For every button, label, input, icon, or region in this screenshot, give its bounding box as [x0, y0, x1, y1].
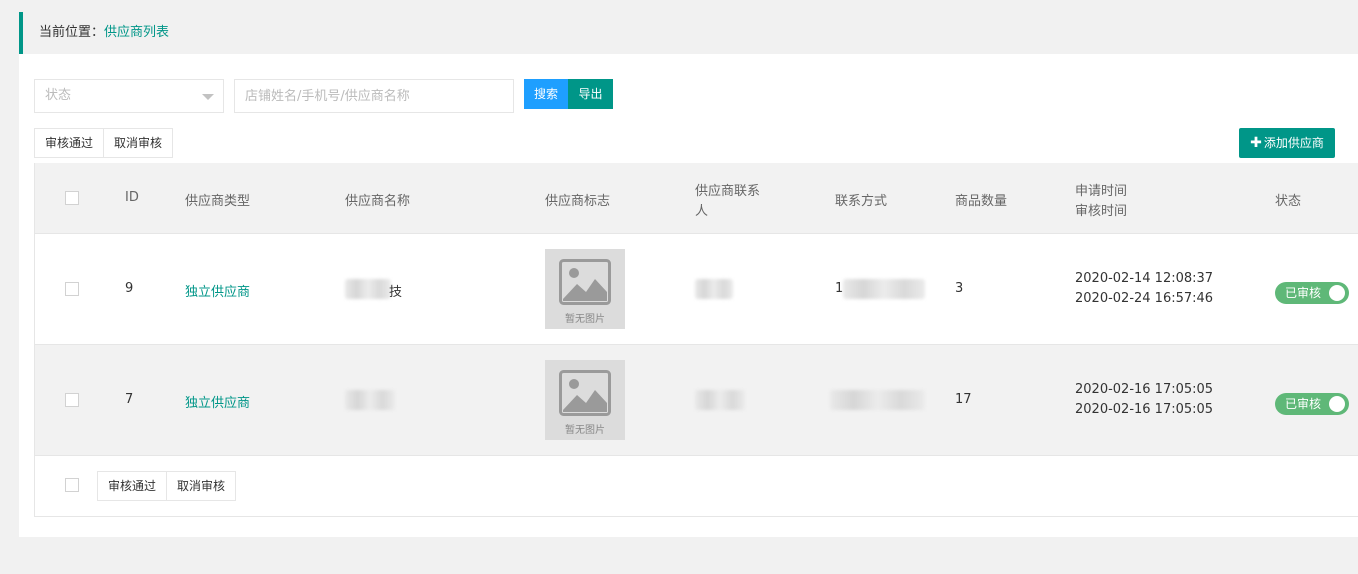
- content-panel: 状态 搜索 导出 审核通过 取消审核 ✚添加供应商 ID 供应商类型 供应商名称…: [19, 54, 1358, 537]
- bulk-actions-bottom: 审核通过 取消审核: [97, 471, 237, 501]
- row-name: 技: [389, 285, 403, 300]
- redacted-name: [345, 279, 391, 299]
- row-audit-time: 2020-02-24 16:57:46: [1075, 291, 1214, 306]
- status-toggle[interactable]: 已审核: [1275, 393, 1349, 415]
- image-placeholder-icon: [559, 370, 611, 416]
- header-status: 状态: [1275, 194, 1302, 209]
- header-time-line2: 审核时间: [1075, 204, 1128, 219]
- header-contact-line2: 人: [695, 204, 709, 219]
- table-row: 7 独立供应商 暂无图片 17 2020-02-16 17:05:05 2020…: [35, 344, 1358, 455]
- header-time-line1: 申请时间: [1075, 184, 1128, 199]
- export-button[interactable]: 导出: [568, 79, 613, 109]
- chevron-down-icon: [202, 94, 214, 100]
- row-id: 9: [125, 281, 134, 296]
- row-count: 17: [955, 392, 972, 407]
- select-all-checkbox[interactable]: [65, 191, 79, 205]
- image-placeholder-icon: [559, 259, 611, 305]
- select-all-checkbox-bottom[interactable]: [65, 478, 79, 492]
- add-supplier-label: 添加供应商: [1263, 136, 1324, 150]
- breadcrumb-current[interactable]: 供应商列表: [104, 25, 169, 40]
- plus-icon: ✚: [1250, 135, 1262, 151]
- table-row: 9 独立供应商 技 暂无图片 1 3 2020-02-14 12:08:37 2…: [35, 233, 1358, 344]
- logo-placeholder-text: 暂无图片: [565, 425, 605, 436]
- status-select-placeholder: 状态: [45, 88, 72, 103]
- redacted-contact: [695, 279, 733, 299]
- redacted-name: [345, 390, 395, 410]
- breadcrumb-prefix: 当前位置：: [39, 25, 105, 40]
- header-count: 商品数量: [955, 194, 1008, 209]
- row-apply-time: 2020-02-16 17:05:05: [1075, 382, 1214, 397]
- header-logo: 供应商标志: [545, 194, 611, 209]
- status-toggle-label: 已审核: [1285, 286, 1322, 300]
- toggle-knob: [1329, 285, 1345, 301]
- add-supplier-button[interactable]: ✚ 添加供应商: [1239, 128, 1335, 158]
- status-toggle-label: 已审核: [1285, 397, 1322, 411]
- row-audit-time: 2020-02-16 17:05:05: [1075, 402, 1214, 417]
- breadcrumb: 当前位置：供应商列表: [19, 12, 1358, 54]
- row-apply-time: 2020-02-14 12:08:37: [1075, 271, 1214, 286]
- header-type: 供应商类型: [185, 194, 251, 209]
- row-checkbox[interactable]: [65, 393, 79, 407]
- search-input[interactable]: [234, 79, 514, 113]
- search-button[interactable]: 搜索: [524, 79, 568, 109]
- toggle-knob: [1329, 396, 1345, 412]
- logo-placeholder: 暂无图片: [545, 249, 625, 329]
- row-type[interactable]: 独立供应商: [185, 281, 250, 300]
- row-checkbox[interactable]: [65, 282, 79, 296]
- header-phone: 联系方式: [835, 194, 888, 209]
- header-contact-line1: 供应商联系: [695, 184, 761, 199]
- cancel-approve-button[interactable]: 取消审核: [104, 128, 174, 158]
- supplier-table: ID 供应商类型 供应商名称 供应商标志 供应商联系 人 联系方式 商品数量 申…: [34, 163, 1358, 517]
- approve-button[interactable]: 审核通过: [34, 128, 105, 158]
- redacted-phone: [830, 390, 925, 410]
- approve-button[interactable]: 审核通过: [97, 471, 168, 501]
- logo-placeholder: 暂无图片: [545, 360, 625, 440]
- cancel-approve-button[interactable]: 取消审核: [167, 471, 237, 501]
- status-select[interactable]: 状态: [34, 79, 224, 113]
- redacted-contact: [695, 390, 745, 410]
- row-id: 7: [125, 392, 134, 407]
- header-name: 供应商名称: [345, 194, 411, 209]
- row-count: 3: [955, 281, 964, 296]
- header-id: ID: [125, 190, 139, 205]
- logo-placeholder-text: 暂无图片: [565, 314, 605, 325]
- row-type[interactable]: 独立供应商: [185, 392, 250, 411]
- table-header: ID 供应商类型 供应商名称 供应商标志 供应商联系 人 联系方式 商品数量 申…: [35, 163, 1358, 233]
- bulk-actions-top: 审核通过 取消审核: [34, 128, 174, 158]
- status-toggle[interactable]: 已审核: [1275, 282, 1349, 304]
- redacted-phone: [843, 279, 925, 299]
